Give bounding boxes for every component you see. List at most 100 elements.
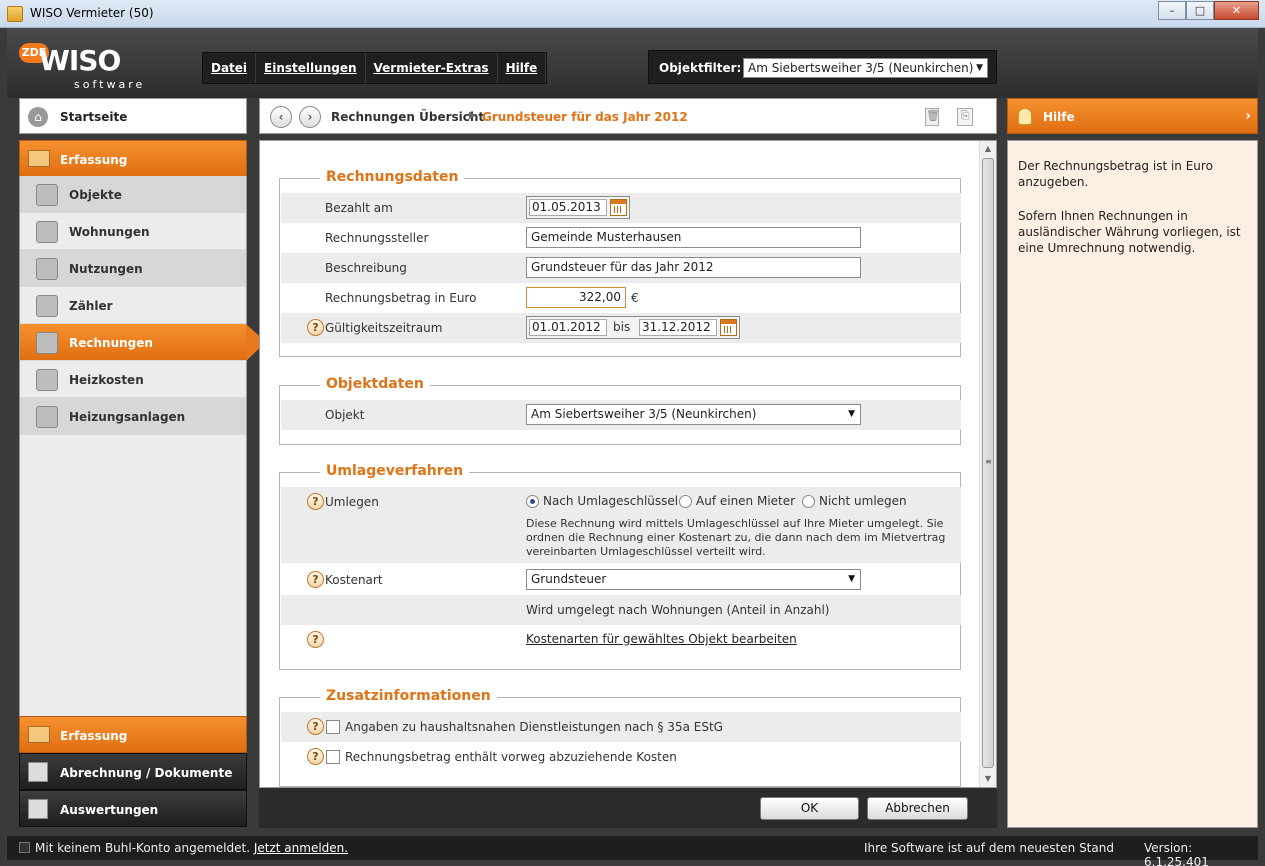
section-erfassung-bottom[interactable]: Erfassung [19,716,247,753]
users-icon [36,258,58,280]
steller-input[interactable]: Gemeinde Musterhausen [526,227,861,248]
home-icon: ⌂ [28,107,48,127]
help-icon[interactable]: ? [307,493,324,510]
group-title: Rechnungsdaten [320,169,465,185]
app-header: ZDF WISO software Datei Einstellungen Ve… [7,28,1258,98]
group-zusatzinformationen: Zusatzinformationen ? Angaben zu haushal… [279,688,961,787]
sidebar-item-heizungsanlagen[interactable]: Heizungsanlagen [20,398,246,435]
menu-hilfe[interactable]: Hilfe [498,53,547,83]
login-status-icon [19,842,30,853]
row-check-35a: ? Angaben zu haushaltsnahen Dienstleistu… [281,712,961,742]
breadcrumb-parent[interactable]: Rechnungen Übersicht [331,110,484,124]
scroll-thumb[interactable]: ≡ [982,158,994,768]
login-link[interactable]: Jetzt anmelden. [254,841,348,855]
group-title: Umlageverfahren [320,463,470,479]
zeitraum-field: 01.01.2012 bis 31.12.2012 [526,316,740,339]
kostenart-label: Kostenart [325,573,383,587]
logo-brand: WISO [39,44,121,77]
sidebar: ⌂ Startseite Erfassung Objekte Wohnungen… [19,98,266,828]
menu-datei[interactable]: Datei [203,53,257,83]
section-auswertungen[interactable]: Auswertungen [19,790,247,827]
sidebar-item-objekte[interactable]: Objekte [20,176,246,213]
row-objekt: Objekt Am Siebertsweiher 3/5 (Neunkirche… [281,400,961,430]
sidebar-item-rechnungen[interactable]: Rechnungen [20,324,266,361]
kostenart-value: Grundsteuer [531,572,607,586]
objektfilter-select[interactable]: Am Siebertsweiher 3/5 (Neunkirchen) ▼ [743,58,988,78]
zeitraum-from-input[interactable]: 01.01.2012 [529,319,607,336]
heating-cost-icon [36,369,58,391]
help-icon[interactable]: ? [307,718,324,735]
objektfilter: Objektfilter: Am Siebertsweiher 3/5 (Neu… [648,50,997,84]
umlage-description-3: vereinbarten Umlageschlüssel verteilt wi… [526,545,766,558]
kostenart-select[interactable]: Grundsteuer ▼ [526,569,861,590]
menu-bar: Datei Einstellungen Vermieter-Extras Hil… [202,52,548,84]
invoice-icon [36,332,58,354]
zeitraum-to-input[interactable]: 31.12.2012 [639,319,717,336]
group-title: Zusatzinformationen [320,688,497,704]
menu-einstellungen[interactable]: Einstellungen [256,53,366,83]
group-umlageverfahren: Umlageverfahren ? Umlegen Nach Umlagesch… [279,463,961,670]
row-kostenarten-link: ? Kostenarten für gewähltes Objekt bearb… [281,625,961,655]
copy-icon[interactable]: ⎘ [957,108,973,126]
calendar-icon[interactable] [610,199,627,216]
menu-vermieter-extras[interactable]: Vermieter-Extras [366,53,498,83]
help-icon[interactable]: ? [307,631,324,648]
beschreibung-label: Beschreibung [325,261,407,275]
startseite-label: Startseite [60,110,128,124]
building-icon [36,184,58,206]
back-button[interactable]: ‹ [270,106,292,128]
calendar-icon[interactable] [720,319,737,336]
cancel-button[interactable]: Abbrechen [867,797,968,820]
radio-auf-einen-mieter[interactable] [679,495,692,508]
objekt-label: Objekt [325,408,365,422]
sidebar-item-nutzungen[interactable]: Nutzungen [20,250,246,287]
section-erfassung-top[interactable]: Erfassung [19,140,247,177]
forward-button[interactable]: › [299,106,321,128]
chevron-right-icon[interactable]: › [1245,108,1251,124]
help-icon[interactable]: ? [307,571,324,588]
group-rechnungsdaten: Rechnungsdaten Bezahlt am 01.05.2013 Rec… [279,169,961,357]
objektfilter-value: Am Siebertsweiher 3/5 (Neunkirchen) [748,61,974,75]
radio-nicht-umlegen[interactable] [802,495,815,508]
document-edit-icon [28,762,48,782]
sidebar-item-zaehler[interactable]: Zähler [20,287,246,324]
betrag-input[interactable]: 322,00 [526,287,626,308]
help-icon[interactable]: ? [307,748,324,765]
section-label: Erfassung [60,153,128,167]
bezahlt-input[interactable]: 01.05.2013 [529,199,607,216]
folder-icon [28,150,50,167]
help-icon[interactable]: ? [307,319,324,336]
radio-label: Nach Umlageschlüssel [543,494,679,508]
folder-icon [28,726,50,743]
checkbox-vorweg[interactable] [326,750,340,764]
sidebar-item-label: Heizkosten [69,373,144,387]
radio-nach-umlageschluessel[interactable] [526,495,539,508]
row-beschreibung: Beschreibung Grundsteuer für das Jahr 20… [281,253,961,283]
group-title: Objektdaten [320,376,430,392]
scroll-up-icon[interactable]: ▲ [980,141,996,157]
minimize-button[interactable]: – [1158,1,1186,20]
sidebar-item-wohnungen[interactable]: Wohnungen [20,213,246,250]
close-button[interactable]: ✕ [1214,1,1259,20]
maximize-button[interactable]: □ [1186,1,1214,20]
startseite-button[interactable]: ⌂ Startseite [19,98,247,134]
checkbox-35a[interactable] [326,720,340,734]
heating-system-icon [36,406,58,428]
chevron-down-icon: ▼ [848,409,855,419]
hilfe-text-2: Sofern Ihnen Rechnungen in ausländischer… [1018,209,1241,255]
kostenarten-edit-link[interactable]: Kostenarten für gewähltes Objekt bearbei… [526,632,797,646]
hilfe-header[interactable]: Hilfe › [1007,98,1258,134]
trash-icon[interactable]: 🗑 [925,108,940,126]
bezahlt-date-field: 01.05.2013 [526,196,630,219]
section-abrechnung[interactable]: Abrechnung / Dokumente [19,753,247,790]
bezahlt-label: Bezahlt am [325,201,393,215]
ok-button[interactable]: OK [760,797,859,820]
checkbox-label: Rechnungsbetrag enthält vorweg abzuziehe… [345,750,677,764]
objekt-select[interactable]: Am Siebertsweiher 3/5 (Neunkirchen) ▼ [526,404,861,425]
vertical-scrollbar[interactable]: ▲ ≡ ▼ [979,141,996,787]
sidebar-item-heizkosten[interactable]: Heizkosten [20,361,246,398]
sidebar-item-label: Rechnungen [69,336,153,350]
scroll-down-icon[interactable]: ▼ [980,771,996,787]
row-zeitraum: ? Gültigkeitszeitraum 01.01.2012 bis 31.… [281,313,961,343]
beschreibung-input[interactable]: Grundsteuer für das Jahr 2012 [526,257,861,278]
